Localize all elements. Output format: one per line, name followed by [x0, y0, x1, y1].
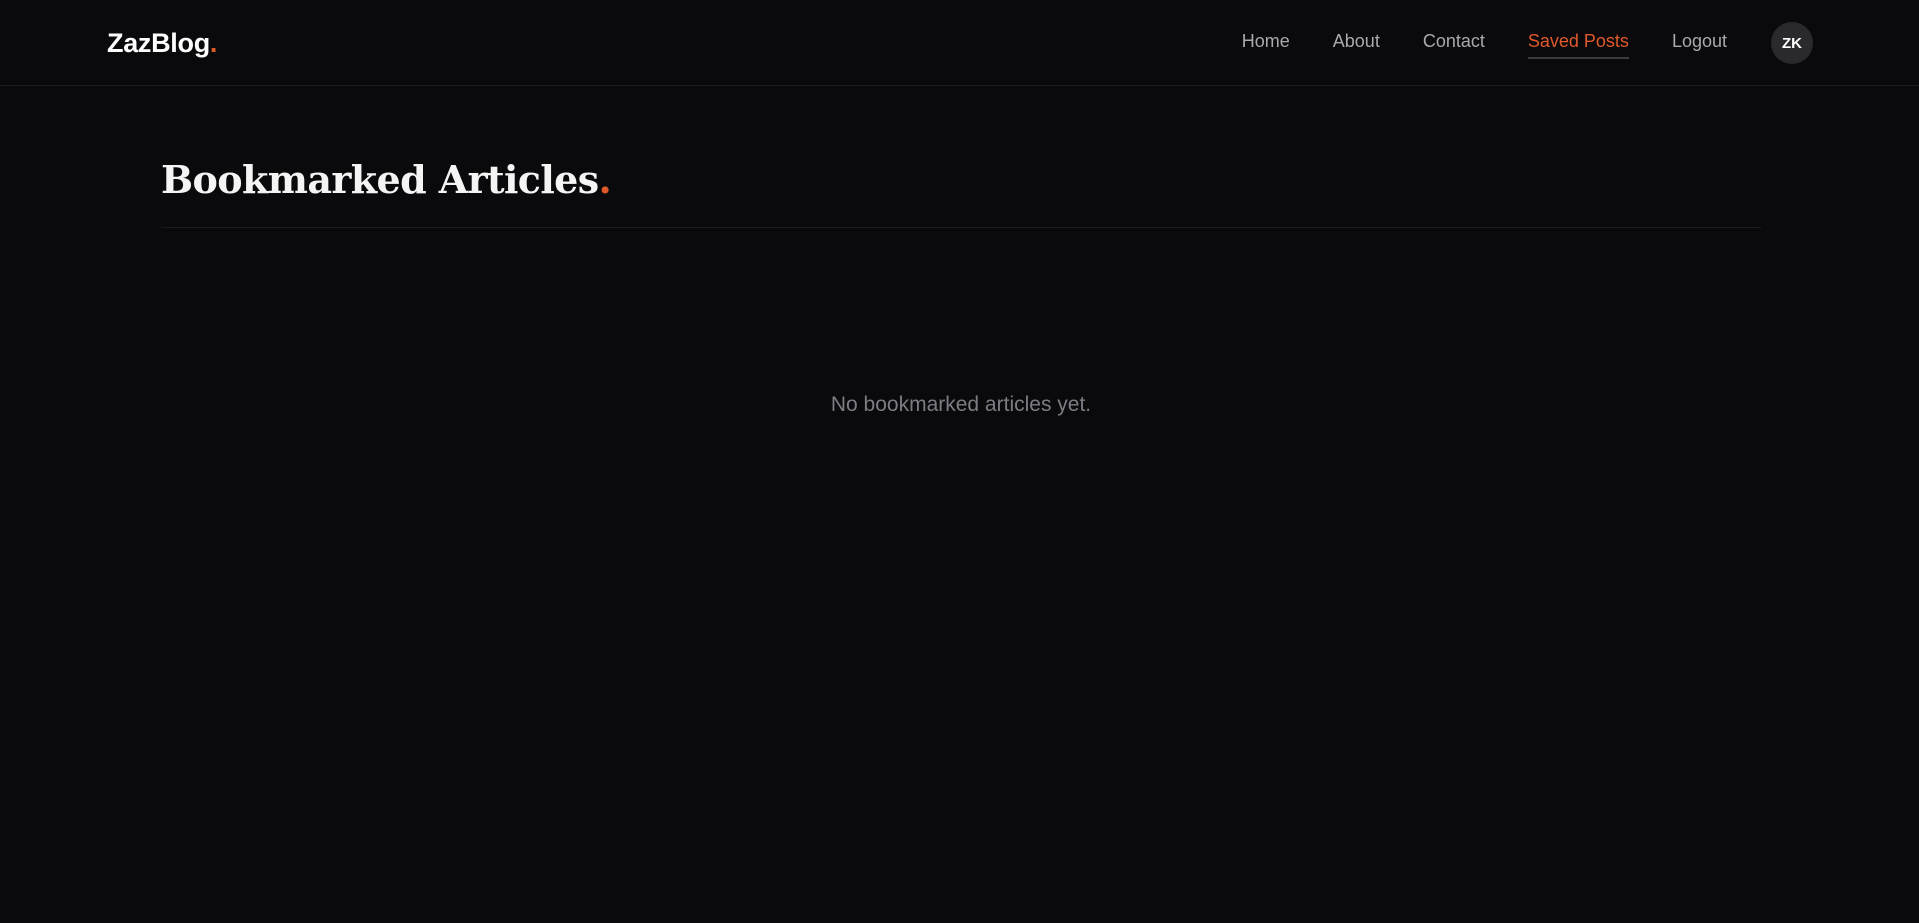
title-divider: [161, 227, 1761, 228]
main-nav: Home About Contact Saved Posts Logout ZK: [1242, 0, 1919, 86]
top-navbar: ZazBlog. Home About Contact Saved Posts …: [0, 0, 1919, 86]
nav-contact-link[interactable]: Contact: [1423, 29, 1485, 59]
page-title-dot: .: [598, 157, 612, 202]
user-avatar[interactable]: ZK: [1771, 22, 1813, 64]
page-title-text: Bookmarked Articles: [161, 157, 599, 202]
nav-logout-link[interactable]: Logout: [1672, 29, 1727, 59]
brand-name: ZazBlog: [107, 28, 210, 58]
page-title: Bookmarked Articles.: [161, 157, 612, 202]
empty-state-message: No bookmarked articles yet.: [830, 393, 1092, 416]
nav-saved-posts-link[interactable]: Saved Posts: [1527, 29, 1629, 59]
nav-home-link[interactable]: Home: [1242, 29, 1290, 59]
brand-dot: .: [209, 28, 218, 58]
nav-about-link[interactable]: About: [1333, 29, 1380, 59]
brand-logo[interactable]: ZazBlog.: [107, 26, 217, 60]
